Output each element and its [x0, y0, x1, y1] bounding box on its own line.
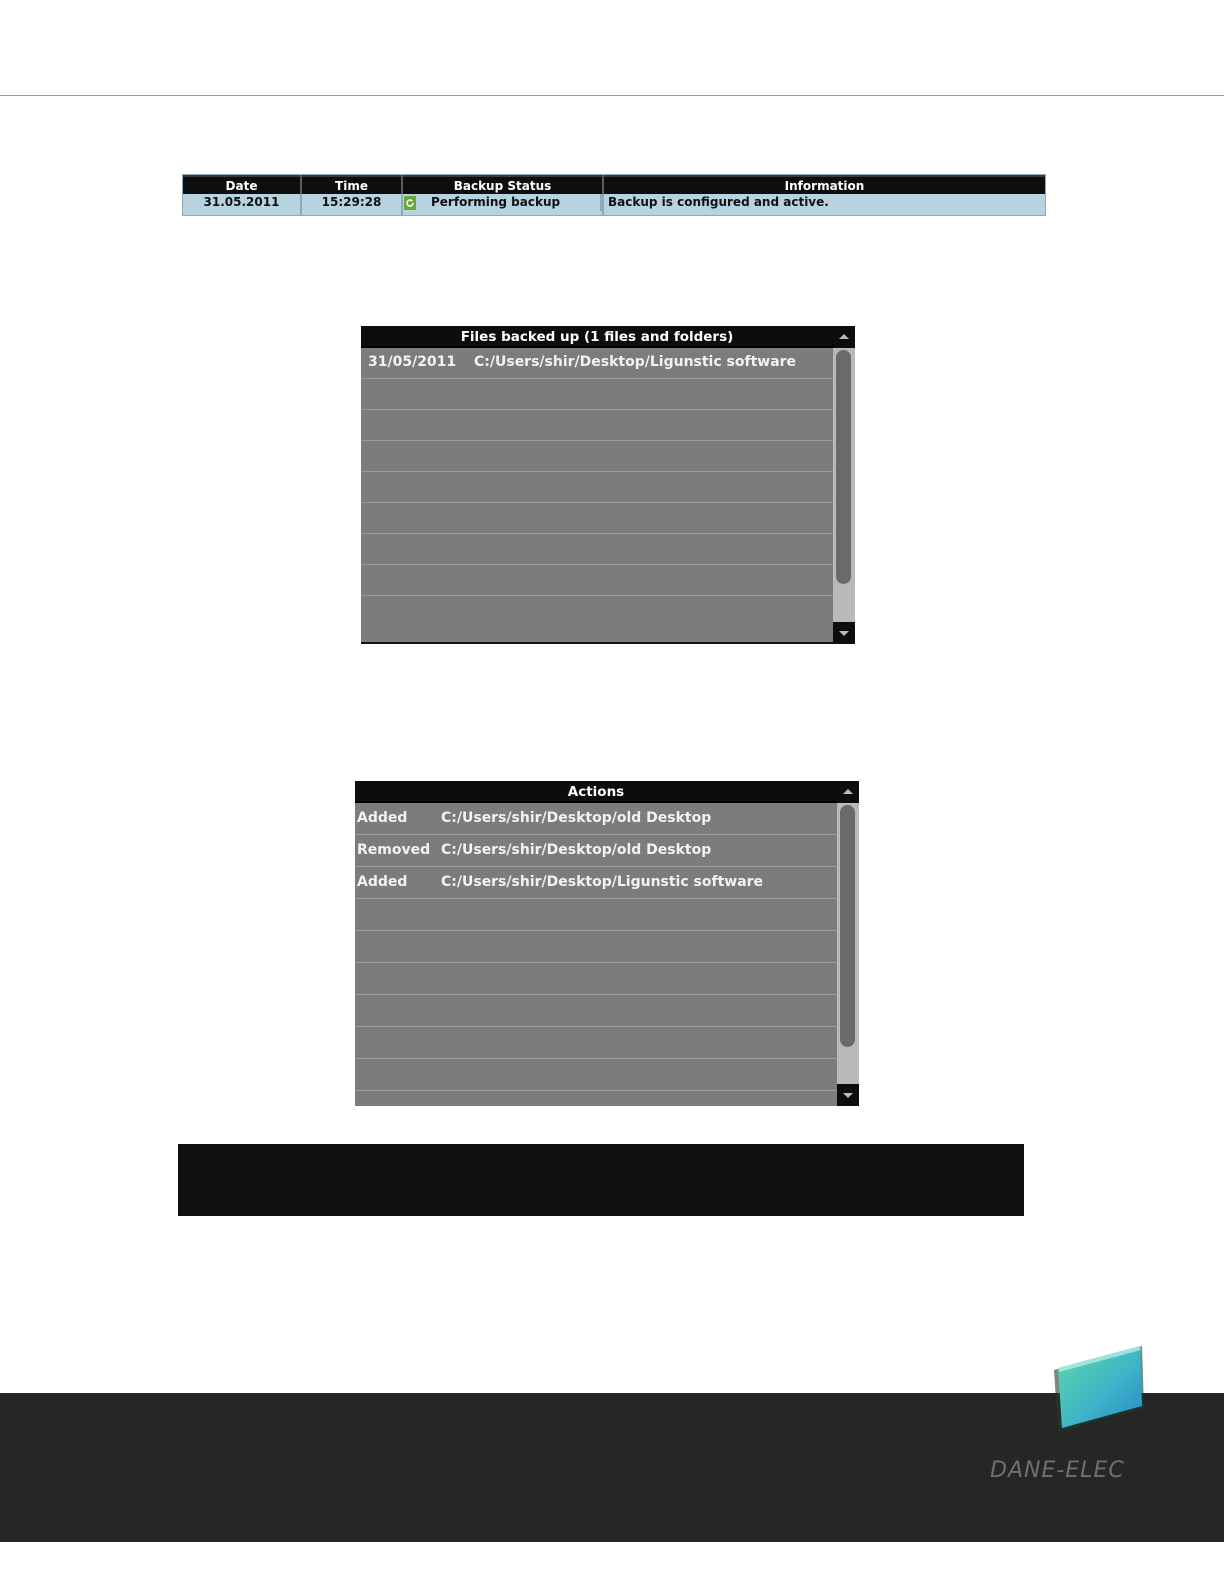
scroll-down-button[interactable] [833, 622, 855, 644]
scroll-thumb[interactable] [836, 350, 851, 584]
logo-icon [1048, 1338, 1158, 1442]
action-type: Added [357, 874, 408, 890]
list-item-empty [361, 596, 833, 627]
scroll-down-button[interactable] [837, 1084, 859, 1106]
black-banner [178, 1144, 1024, 1216]
panel-bottom-border [361, 642, 855, 644]
actions-list: Added C:/Users/shir/Desktop/old Desktop R… [355, 803, 837, 1091]
list-item-empty [355, 995, 837, 1027]
list-item-empty [355, 1027, 837, 1059]
header-information: Information [604, 175, 1045, 194]
list-item-empty [355, 931, 837, 963]
actions-panel: Actions Added C:/Users/shir/Desktop/old D… [355, 781, 859, 1106]
files-list: 31/05/2011 C:/Users/shir/Desktop/Ligunsti… [361, 348, 833, 627]
list-item-empty [361, 379, 833, 410]
file-path: C:/Users/shir/Desktop/Ligunstic software [474, 354, 797, 370]
brand-logo-text: DANE-ELEC [990, 1458, 1125, 1483]
list-item-empty [361, 441, 833, 472]
scroll-up-button[interactable] [833, 326, 855, 348]
list-item-empty [361, 534, 833, 565]
information-text: Backup is configured and active. [608, 195, 829, 209]
list-item[interactable]: Added C:/Users/shir/Desktop/old Desktop [355, 803, 837, 835]
status-information: Backup is configured and active. [604, 194, 1045, 215]
action-path: C:/Users/shir/Desktop/old Desktop [441, 810, 712, 826]
list-item[interactable]: Added C:/Users/shir/Desktop/Ligunstic sof… [355, 867, 837, 899]
action-type: Removed [357, 842, 431, 858]
files-backed-up-panel: Files backed up (1 files and folders) 31… [361, 326, 855, 644]
files-panel-title: Files backed up (1 files and folders) [361, 326, 833, 348]
list-item-empty [361, 472, 833, 503]
actions-panel-title: Actions [355, 781, 837, 803]
list-item-empty [355, 963, 837, 995]
files-scrollbar[interactable] [833, 326, 855, 644]
action-path: C:/Users/shir/Desktop/Ligunstic software [441, 874, 764, 890]
chevron-down-icon [843, 1093, 853, 1098]
scroll-thumb[interactable] [840, 805, 855, 1047]
header-time: Time [302, 175, 403, 194]
chevron-down-icon [839, 631, 849, 636]
list-item-empty [355, 899, 837, 931]
scroll-up-button[interactable] [837, 781, 859, 803]
refresh-icon [404, 195, 416, 210]
header-backup-status: Backup Status [403, 175, 604, 194]
status-text: Performing backup [431, 195, 561, 209]
header-date: Date [183, 175, 302, 194]
list-item-empty [361, 410, 833, 441]
list-item[interactable]: Removed C:/Users/shir/Desktop/old Desktop [355, 835, 837, 867]
status-date: 31.05.2011 [183, 194, 302, 215]
backup-status-table: Date Time Backup Status Information 31.0… [182, 174, 1046, 216]
chevron-up-icon [839, 334, 849, 339]
list-item-empty [361, 503, 833, 534]
list-item[interactable]: 31/05/2011 C:/Users/shir/Desktop/Ligunsti… [361, 348, 833, 379]
status-table-header: Date Time Backup Status Information [183, 175, 1045, 194]
top-divider [0, 95, 1224, 96]
list-item-empty [361, 565, 833, 596]
action-type: Added [357, 810, 408, 826]
status-table-row: 31.05.2011 15:29:28 Performing backup Ba… [183, 194, 1045, 215]
actions-scrollbar[interactable] [837, 781, 859, 1106]
chevron-up-icon [843, 789, 853, 794]
status-cell: Performing backup [403, 194, 604, 215]
status-time: 15:29:28 [302, 194, 403, 215]
file-date: 31/05/2011 [368, 354, 457, 370]
list-item-empty [355, 1059, 837, 1091]
action-path: C:/Users/shir/Desktop/old Desktop [441, 842, 712, 858]
